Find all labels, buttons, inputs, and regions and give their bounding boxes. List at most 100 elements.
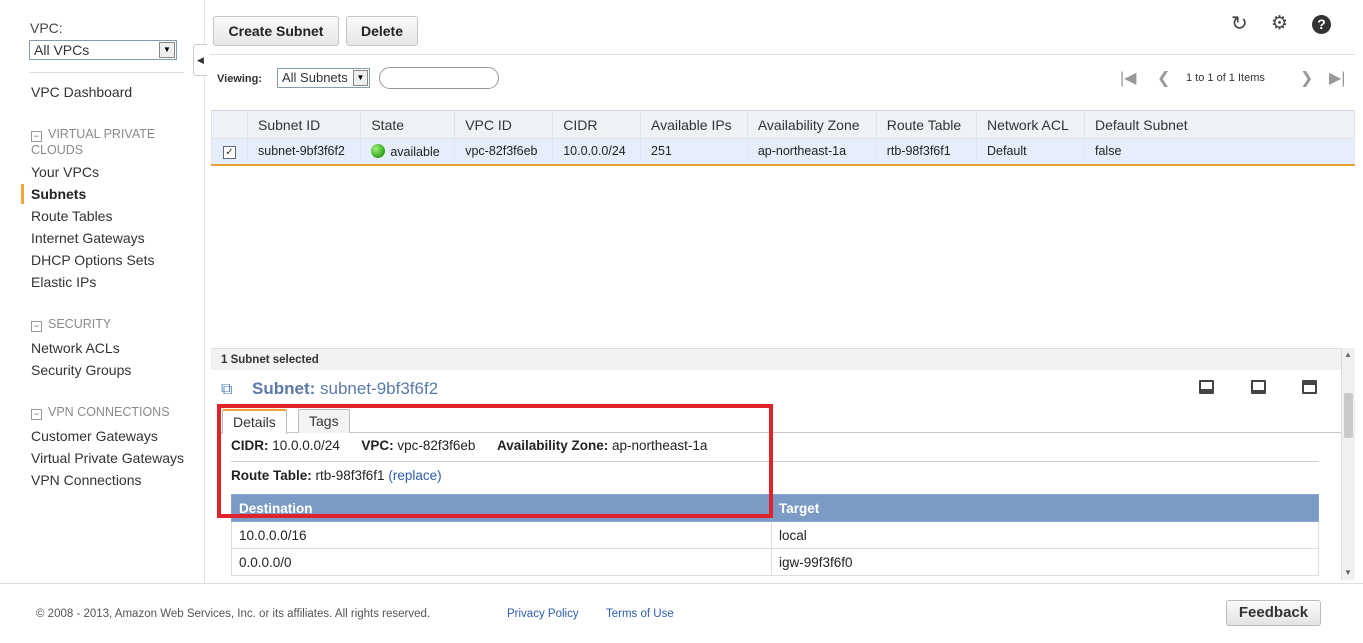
- selection-count-header: 1 Subnet selected: [211, 348, 1341, 370]
- tab-details[interactable]: Details: [222, 409, 287, 434]
- column-header[interactable]: Subnet ID: [246, 110, 362, 139]
- column-header: Target: [771, 494, 1319, 522]
- dropdown-arrow-icon: ▼: [159, 42, 175, 58]
- column-header[interactable]: Available IPs: [640, 110, 748, 139]
- pager-text: 1 to 1 of 1 Items: [1186, 72, 1265, 84]
- cidr-label: CIDR:: [231, 438, 269, 453]
- subnet-id-cell: subnet-9bf3f6f2: [246, 138, 362, 166]
- details-scrollbar[interactable]: ▲ ▼: [1341, 348, 1355, 580]
- column-header[interactable]: Route Table: [875, 110, 978, 139]
- scroll-down-icon[interactable]: ▼: [1344, 568, 1352, 577]
- column-header: Destination: [231, 494, 772, 522]
- subnet-info-row: CIDR: 10.0.0.0/24 VPC: vpc-82f3f6eb Avai…: [231, 438, 707, 453]
- first-page-icon[interactable]: |◀: [1120, 68, 1136, 88]
- sidebar-item-dhcp-options-sets[interactable]: DHCP Options Sets: [31, 252, 154, 268]
- details-title-value: subnet-9bf3f6f2: [320, 379, 439, 398]
- next-page-icon[interactable]: ❯: [1300, 68, 1313, 88]
- help-icon[interactable]: ?: [1312, 15, 1331, 34]
- section-title: VPN CONNECTIONS: [48, 405, 170, 419]
- chevron-left-icon: ◀: [197, 55, 204, 65]
- sidebar-divider: [29, 72, 184, 73]
- details-divider: [231, 461, 1319, 462]
- gear-icon[interactable]: ⚙: [1271, 14, 1288, 34]
- sidebar-item-your-vpcs[interactable]: Your VPCs: [31, 164, 99, 180]
- column-header[interactable]: Network ACL: [976, 110, 1085, 139]
- column-header[interactable]: CIDR: [552, 110, 641, 139]
- panel-restore-icon[interactable]: [1251, 380, 1266, 394]
- tabs-divider: [221, 432, 1341, 433]
- details-title: Subnet: subnet-9bf3f6f2: [252, 379, 438, 399]
- column-header[interactable]: Default Subnet: [1084, 110, 1355, 139]
- column-header[interactable]: Availability Zone: [746, 110, 877, 139]
- route-row: 10.0.0.0/16 local: [231, 521, 1319, 549]
- active-indicator: [21, 184, 24, 204]
- feedback-button[interactable]: Feedback: [1226, 600, 1321, 626]
- subnet-icon: ⧉: [221, 381, 233, 398]
- column-header[interactable]: VPC ID: [454, 110, 554, 139]
- subnets-table: Subnet ID State VPC ID CIDR Available IP…: [211, 110, 1355, 166]
- sidebar: VPC: All VPCs ▼ VPC Dashboard − VIRTUAL P…: [0, 0, 205, 583]
- route-table-value: rtb-98f3f6f1: [315, 468, 385, 483]
- prev-page-icon[interactable]: ❮: [1157, 68, 1170, 88]
- table-header-row: Subnet ID State VPC ID CIDR Available IP…: [211, 110, 1355, 139]
- delete-button[interactable]: Delete: [346, 16, 418, 46]
- sidebar-item-subnets[interactable]: Subnets: [31, 186, 86, 202]
- privacy-policy-link[interactable]: Privacy Policy: [507, 608, 579, 620]
- section-security[interactable]: − SECURITY: [31, 316, 111, 332]
- viewing-filter-select[interactable]: All Subnets ▼: [277, 68, 370, 88]
- replace-route-table-link[interactable]: (replace): [388, 468, 441, 483]
- row-select-cell[interactable]: ✓: [211, 138, 248, 166]
- vpc-label: VPC:: [361, 438, 394, 453]
- dropdown-arrow-icon: ▼: [353, 70, 368, 86]
- sidebar-item-internet-gateways[interactable]: Internet Gateways: [31, 230, 145, 246]
- sidebar-item-elastic-ips[interactable]: Elastic IPs: [31, 274, 96, 290]
- vpc-filter-select[interactable]: All VPCs ▼: [29, 40, 177, 60]
- sidebar-collapse-handle[interactable]: ◀: [193, 44, 207, 76]
- routes-table: Destination Target 10.0.0.0/16 local 0.0…: [231, 494, 1319, 576]
- row-checkbox[interactable]: ✓: [223, 145, 236, 159]
- table-row[interactable]: ✓ subnet-9bf3f6f2 available vpc-82f3f6eb…: [211, 138, 1355, 166]
- route-table-row: Route Table: rtb-98f3f6f1 (replace): [231, 468, 442, 483]
- route-row: 0.0.0.0/0 igw-99f3f6f0: [231, 548, 1319, 576]
- route-table-label: Route Table:: [231, 468, 312, 483]
- destination-cell: 10.0.0.0/16: [231, 521, 772, 549]
- collapse-icon[interactable]: −: [31, 409, 42, 420]
- vpc-filter-label: VPC:: [30, 20, 63, 36]
- panel-minimize-icon[interactable]: [1199, 380, 1214, 394]
- copyright-text: © 2008 - 2013, Amazon Web Services, Inc.…: [36, 608, 431, 620]
- route-table-cell: rtb-98f3f6f1: [875, 138, 978, 166]
- terms-of-use-link[interactable]: Terms of Use: [606, 608, 674, 620]
- scrollbar-thumb[interactable]: [1344, 393, 1353, 438]
- collapse-icon[interactable]: −: [31, 131, 42, 142]
- sidebar-item-security-groups[interactable]: Security Groups: [31, 362, 131, 378]
- tab-tags[interactable]: Tags: [298, 409, 350, 433]
- panel-maximize-icon[interactable]: [1302, 380, 1317, 394]
- default-subnet-cell: false: [1084, 138, 1355, 166]
- search-input[interactable]: [379, 67, 499, 89]
- viewing-label: Viewing:: [217, 73, 263, 85]
- create-subnet-button[interactable]: Create Subnet: [213, 16, 339, 46]
- sidebar-item-vpc-dashboard[interactable]: VPC Dashboard: [31, 84, 132, 100]
- sidebar-item-customer-gateways[interactable]: Customer Gateways: [31, 428, 158, 444]
- section-title: VIRTUAL PRIVATE CLOUDS: [31, 127, 156, 157]
- network-acl-cell: Default: [976, 138, 1085, 166]
- last-page-icon[interactable]: ▶|: [1329, 68, 1345, 88]
- available-status-icon: [371, 143, 386, 158]
- routes-header-row: Destination Target: [231, 494, 1319, 522]
- cidr-cell: 10.0.0.0/24: [552, 138, 641, 166]
- collapse-icon[interactable]: −: [31, 321, 42, 332]
- sidebar-item-vpn-connections[interactable]: VPN Connections: [31, 472, 142, 488]
- vpc-console: VPC: All VPCs ▼ VPC Dashboard − VIRTUAL P…: [0, 0, 1363, 643]
- footer: © 2008 - 2013, Amazon Web Services, Inc.…: [0, 583, 1363, 643]
- sidebar-item-route-tables[interactable]: Route Tables: [31, 208, 112, 224]
- column-header[interactable]: State: [360, 110, 456, 139]
- scroll-up-icon[interactable]: ▲: [1344, 350, 1352, 359]
- section-virtual-private-clouds[interactable]: − VIRTUAL PRIVATE CLOUDS: [31, 126, 171, 158]
- sidebar-item-network-acls[interactable]: Network ACLs: [31, 340, 120, 356]
- section-vpn-connections[interactable]: − VPN CONNECTIONS: [31, 404, 170, 420]
- select-all-header: [211, 110, 248, 139]
- sidebar-item-virtual-private-gateways[interactable]: Virtual Private Gateways: [31, 450, 184, 466]
- refresh-icon[interactable]: ↻: [1231, 14, 1248, 34]
- target-cell: igw-99f3f6f0: [771, 548, 1319, 576]
- state-text: available: [390, 144, 440, 159]
